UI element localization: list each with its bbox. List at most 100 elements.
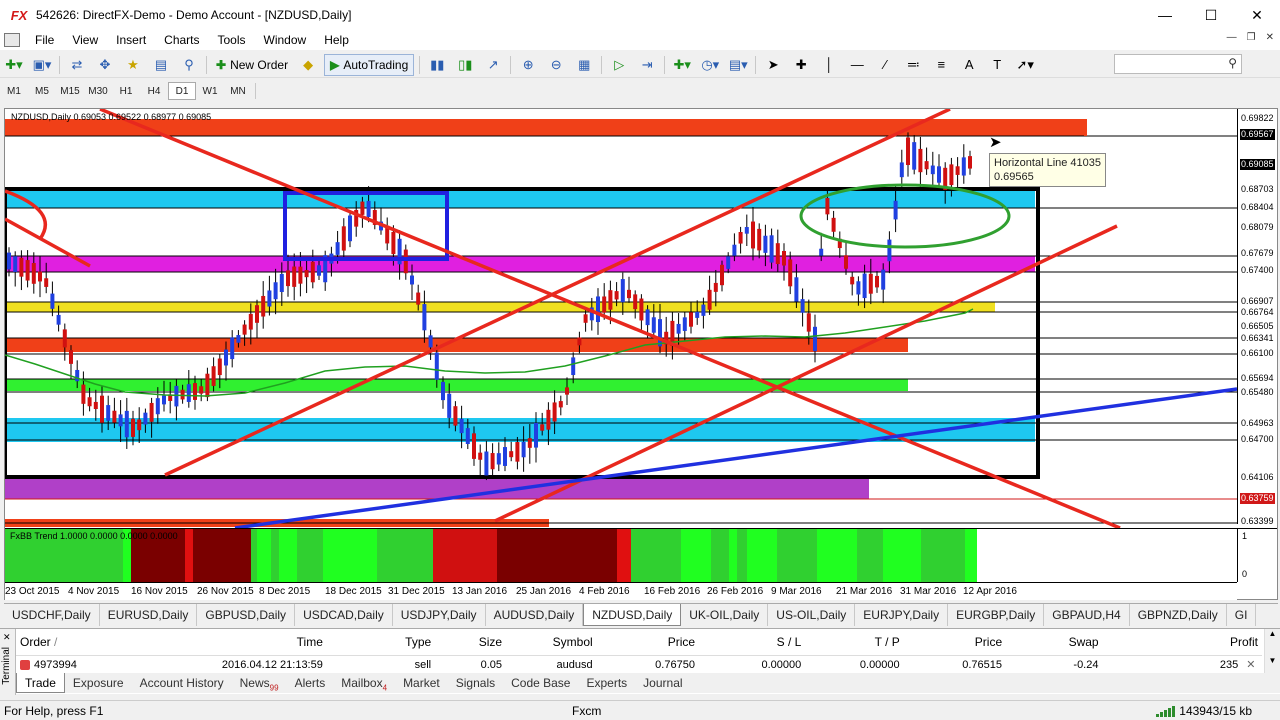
col-sl[interactable]: S / L [699, 633, 805, 651]
tf-d1[interactable]: D1 [168, 82, 196, 100]
text-label-icon[interactable]: T [985, 54, 1009, 76]
chart-tab-us-oil[interactable]: US-OIL,Daily [768, 604, 856, 626]
zoom-out-icon[interactable]: ⊖ [544, 54, 568, 76]
mdi-minimize-icon[interactable]: — [1227, 32, 1237, 43]
candlestick-icon[interactable]: ▯▮ [453, 54, 477, 76]
menu-view[interactable]: View [63, 30, 107, 50]
data-window-icon[interactable]: ✥ [93, 54, 117, 76]
vertical-line-icon[interactable]: │ [817, 54, 841, 76]
terminal-tab-account-history[interactable]: Account History [132, 673, 232, 693]
terminal-tab-alerts[interactable]: Alerts [287, 673, 334, 693]
chart-tab-eurusd[interactable]: EURUSD,Daily [100, 604, 198, 626]
col-price[interactable]: Price [597, 633, 699, 651]
col-symbol[interactable]: Symbol [506, 633, 597, 651]
chart-tab-nzdusd[interactable]: NZDUSD,Daily [583, 604, 682, 626]
maximize-icon[interactable]: ☐ [1188, 0, 1234, 30]
chart-tab-usdjpy[interactable]: USDJPY,Daily [393, 604, 486, 626]
terminal-tab-code-base[interactable]: Code Base [503, 673, 578, 693]
chart-tab-eurgbp[interactable]: EURGBP,Daily [948, 604, 1045, 626]
tf-w1[interactable]: W1 [196, 82, 224, 100]
tf-mn[interactable]: MN [224, 82, 252, 100]
terminal-tab-mailbox[interactable]: Mailbox4 [333, 673, 395, 693]
col-type[interactable]: Type [327, 633, 435, 651]
zone-yellow[interactable] [5, 302, 995, 312]
metaeditor-icon[interactable]: ◆ [296, 54, 320, 76]
minimize-icon[interactable]: — [1142, 0, 1188, 30]
menu-insert[interactable]: Insert [107, 30, 155, 50]
chart-tab-gbpusd[interactable]: GBPUSD,Daily [197, 604, 296, 626]
status-profile[interactable]: Fxcm [572, 704, 601, 718]
menu-charts[interactable]: Charts [155, 30, 208, 50]
text-icon[interactable]: A [957, 54, 981, 76]
zone-handle[interactable] [1084, 119, 1087, 136]
tf-m30[interactable]: M30 [84, 82, 112, 100]
menu-file[interactable]: File [26, 30, 63, 50]
chart-tab-gi[interactable]: GI [1227, 604, 1257, 626]
zoom-in-icon[interactable]: ⊕ [516, 54, 540, 76]
terminal-tab-trade[interactable]: Trade [16, 673, 65, 693]
strategy-tester-icon[interactable]: ⚲ [177, 54, 201, 76]
periods-icon[interactable]: ◷▾ [698, 54, 722, 76]
tf-m15[interactable]: M15 [56, 82, 84, 100]
fibonacci-icon[interactable]: ≡ [929, 54, 953, 76]
equidistant-channel-icon[interactable]: ≕ [901, 54, 925, 76]
terminal-tab-news[interactable]: News99 [232, 673, 287, 693]
new-order-button[interactable]: ✚ New Order [212, 54, 292, 76]
chart-tab-gbpnzd[interactable]: GBPNZD,Daily [1130, 604, 1227, 626]
indicators-icon[interactable]: ✚▾ [670, 54, 694, 76]
bar-chart-icon[interactable]: ▮▮ [425, 54, 449, 76]
horizontal-line-icon[interactable]: — [845, 54, 869, 76]
chart-shift-icon[interactable]: ⇥ [635, 54, 659, 76]
col-order[interactable]: Order / [16, 633, 146, 651]
menu-tools[interactable]: Tools [209, 30, 255, 50]
zone-purple[interactable] [5, 479, 869, 499]
col-tp[interactable]: T / P [805, 633, 903, 651]
autoscroll-icon[interactable]: ▷ [607, 54, 631, 76]
trendline-icon[interactable]: ∕ [873, 54, 897, 76]
chart-tab-eurjpy[interactable]: EURJPY,Daily [855, 604, 949, 626]
terminal-close-icon[interactable]: ✕ [3, 632, 11, 643]
close-order-icon[interactable]: ✕ [1242, 656, 1262, 674]
chart-tab-audusd[interactable]: AUDUSD,Daily [486, 604, 584, 626]
chart-tab-gbpaud[interactable]: GBPAUD,H4 [1044, 604, 1130, 626]
cursor-icon[interactable]: ➤ [761, 54, 785, 76]
arrows-icon[interactable]: ➚▾ [1013, 54, 1037, 76]
col-current-price[interactable]: Price [904, 633, 1006, 651]
terminal-tab-journal[interactable]: Journal [635, 673, 690, 693]
zone-magenta[interactable] [5, 256, 1035, 272]
tf-m5[interactable]: M5 [28, 82, 56, 100]
chart-tab-usdcad[interactable]: USDCAD,Daily [295, 604, 393, 626]
trendline-blue[interactable] [234, 387, 1237, 528]
autotrading-button[interactable]: ▶ AutoTrading [324, 53, 415, 76]
line-chart-icon[interactable]: ↗ [481, 54, 505, 76]
search-input[interactable]: ⚲ [1114, 54, 1242, 74]
close-icon[interactable]: ✕ [1234, 0, 1280, 30]
tf-h4[interactable]: H4 [140, 82, 168, 100]
terminal-tab-exposure[interactable]: Exposure [65, 673, 132, 693]
col-size[interactable]: Size [435, 633, 506, 651]
terminal-tab-signals[interactable]: Signals [448, 673, 503, 693]
terminal-tab-experts[interactable]: Experts [578, 673, 635, 693]
tf-m1[interactable]: M1 [0, 82, 28, 100]
table-row[interactable]: 4973994 2016.04.12 21:13:59 sell 0.05 au… [16, 655, 1262, 673]
search-icon[interactable]: ⚲ [1228, 56, 1237, 70]
terminal-icon[interactable]: ▤ [149, 54, 173, 76]
connection-status[interactable]: 143943/15 kb [1156, 704, 1252, 718]
mdi-close-icon[interactable]: ✕ [1266, 32, 1274, 43]
price-chart[interactable]: NZDUSD,Daily 0.69053 0.69522 0.68977 0.6… [4, 108, 1278, 600]
indicator-pane[interactable]: FxBB Trend 1.0000 0.0000 0.0000 0.0000 [5, 528, 1237, 583]
mdi-restore-icon[interactable]: ❐ [1247, 32, 1256, 43]
menu-window[interactable]: Window [255, 30, 316, 50]
crosshair-icon[interactable]: ✚ [789, 54, 813, 76]
col-swap[interactable]: Swap [1006, 633, 1102, 651]
col-time[interactable]: Time [146, 633, 327, 651]
templates-icon[interactable]: ▤▾ [726, 54, 750, 76]
new-chart-icon[interactable]: ✚▾ [2, 54, 26, 76]
document-icon[interactable] [4, 33, 20, 47]
menu-help[interactable]: Help [315, 30, 358, 50]
terminal-tab-market[interactable]: Market [395, 673, 448, 693]
tf-h1[interactable]: H1 [112, 82, 140, 100]
chart-tab-uk-oil[interactable]: UK-OIL,Daily [681, 604, 769, 626]
terminal-scrollbar[interactable]: ▲ ▼ [1264, 629, 1280, 679]
tile-windows-icon[interactable]: ▦ [572, 54, 596, 76]
